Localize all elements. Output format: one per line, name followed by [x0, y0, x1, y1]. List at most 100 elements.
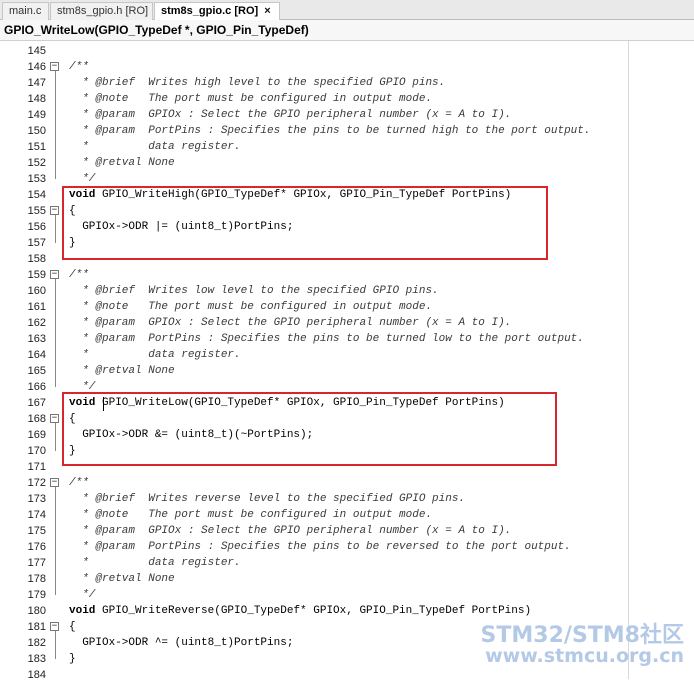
- code-line[interactable]: 150 * @param PortPins : Specifies the pi…: [0, 123, 694, 139]
- code-line[interactable]: 149 * @param GPIOx : Select the GPIO per…: [0, 107, 694, 123]
- tab-stm8s-gpio-c[interactable]: stm8s_gpio.c [RO] ×: [154, 2, 280, 21]
- line-number: 172: [27, 477, 46, 489]
- tab-label: stm8s_gpio.c [RO]: [161, 5, 259, 17]
- fold-toggle-icon[interactable]: −: [50, 206, 59, 215]
- code-text: * @param PortPins : Specifies the pins t…: [69, 539, 571, 555]
- function-navigation-bar[interactable]: GPIO_WriteLow(GPIO_TypeDef *, GPIO_Pin_T…: [0, 20, 694, 41]
- line-number: 163: [27, 333, 46, 345]
- code-line[interactable]: 164 * data register.: [0, 347, 694, 363]
- code-line[interactable]: 165 * @retval None: [0, 363, 694, 379]
- line-number: 150: [27, 125, 46, 137]
- code-text: * data register.: [69, 347, 241, 363]
- code-line[interactable]: 179 */: [0, 587, 694, 603]
- line-number: 164: [27, 349, 46, 361]
- code-line[interactable]: 173 * @brief Writes reverse level to the…: [0, 491, 694, 507]
- code-line[interactable]: 178 * @retval None: [0, 571, 694, 587]
- code-line[interactable]: 177 * data register.: [0, 555, 694, 571]
- line-number: 174: [27, 509, 46, 521]
- code-content: * @param GPIOx : Select the GPIO periphe…: [69, 525, 512, 537]
- code-text: * @param GPIOx : Select the GPIO periphe…: [69, 523, 511, 539]
- line-number: 184: [27, 669, 46, 681]
- line-number: 153: [27, 173, 46, 185]
- line-number: 179: [27, 589, 46, 601]
- code-text: * @brief Writes low level to the specifi…: [69, 283, 438, 299]
- code-content: {: [69, 621, 76, 633]
- tab-main-c[interactable]: main.c: [2, 2, 49, 20]
- code-text: * data register.: [69, 139, 240, 155]
- line-number: 148: [27, 93, 46, 105]
- line-number: 160: [27, 285, 46, 297]
- line-number: 168: [27, 413, 46, 425]
- code-content: * @param PortPins : Specifies the pins t…: [69, 125, 591, 137]
- code-line[interactable]: 146− /**: [0, 59, 694, 75]
- code-content: */: [69, 173, 96, 185]
- line-number: 154: [27, 189, 46, 201]
- code-line[interactable]: 153 */: [0, 171, 694, 187]
- code-line[interactable]: 145: [0, 43, 694, 59]
- line-number: 167: [27, 397, 46, 409]
- code-text: * @param PortPins : Specifies the pins t…: [69, 331, 584, 347]
- fold-toggle-icon[interactable]: −: [50, 62, 59, 71]
- code-content: GPIOx->ODR ^= (uint8_t)PortPins;: [69, 637, 294, 649]
- line-number: 183: [27, 653, 46, 665]
- code-line[interactable]: 174 * @note The port must be configured …: [0, 507, 694, 523]
- code-line[interactable]: 148 * @note The port must be configured …: [0, 91, 694, 107]
- code-content: * @brief Writes high level to the specif…: [69, 77, 446, 89]
- code-line[interactable]: 161 * @note The port must be configured …: [0, 299, 694, 315]
- code-line[interactable]: 163 * @param PortPins : Specifies the pi…: [0, 331, 694, 347]
- watermark-url: www.stmcu.org.cn: [485, 645, 684, 667]
- line-number: 157: [27, 237, 46, 249]
- fold-toggle-icon[interactable]: −: [50, 414, 59, 423]
- code-text: }: [69, 651, 76, 667]
- fold-guide-line: [55, 487, 56, 595]
- line-number: 171: [27, 461, 46, 473]
- line-number: 156: [27, 221, 46, 233]
- code-line[interactable]: 172− /**: [0, 475, 694, 491]
- code-text: * @retval None: [69, 571, 175, 587]
- code-editor[interactable]: 145 146−/** 147 * @brief Writes high level…: [0, 41, 694, 681]
- code-text: /**: [69, 59, 89, 75]
- code-line[interactable]: 152 * @retval None: [0, 155, 694, 171]
- code-line[interactable]: 176 * @param PortPins : Specifies the pi…: [0, 539, 694, 555]
- line-number: 182: [27, 637, 46, 649]
- close-tab-icon[interactable]: ×: [264, 5, 270, 17]
- line-number: 177: [27, 557, 46, 569]
- tab-label: stm8s_gpio.h [RO]: [57, 5, 149, 17]
- code-line[interactable]: 175 * @param GPIOx : Select the GPIO per…: [0, 523, 694, 539]
- code-content: * @retval None: [69, 365, 175, 377]
- code-line[interactable]: 151 * data register.: [0, 139, 694, 155]
- code-line[interactable]: 162 * @param GPIOx : Select the GPIO per…: [0, 315, 694, 331]
- code-line[interactable]: 184: [0, 667, 694, 683]
- code-content: * @param PortPins : Specifies the pins t…: [69, 333, 584, 345]
- current-function: GPIO_WriteLow(GPIO_TypeDef *, GPIO_Pin_T…: [4, 23, 309, 37]
- code-content: * @param PortPins : Specifies the pins t…: [69, 541, 571, 553]
- code-content: /**: [69, 269, 89, 281]
- code-text: * data register.: [69, 555, 240, 571]
- code-text: void GPIO_WriteReverse(GPIO_TypeDef* GPI…: [69, 603, 531, 619]
- code-content: * @param GPIOx : Select the GPIO periphe…: [69, 109, 512, 121]
- code-text: /**: [69, 267, 89, 283]
- code-line[interactable]: 147 * @brief Writes high level to the sp…: [0, 75, 694, 91]
- code-text: * @note The port must be configured in o…: [69, 507, 432, 523]
- line-number: 169: [27, 429, 46, 441]
- code-content: * data register.: [69, 349, 241, 361]
- code-line[interactable]: 160 * @brief Writes low level to the spe…: [0, 283, 694, 299]
- code-content: * @brief Writes reverse level to the spe…: [69, 493, 466, 505]
- line-number: 155: [27, 205, 46, 217]
- line-number: 145: [27, 45, 46, 57]
- fold-guide-line: [55, 279, 56, 387]
- code-content: * @note The port must be configured in o…: [69, 301, 433, 313]
- tab-bar: main.c stm8s_gpio.h [RO] stm8s_gpio.c [R…: [0, 0, 694, 21]
- line-number: 175: [27, 525, 46, 537]
- fold-guide-line: [55, 423, 56, 451]
- tab-stm8s-gpio-h[interactable]: stm8s_gpio.h [RO]: [50, 2, 153, 20]
- code-content: /**: [69, 61, 89, 73]
- fold-toggle-icon[interactable]: −: [50, 478, 59, 487]
- line-number: 159: [27, 269, 46, 281]
- code-text: * @param GPIOx : Select the GPIO periphe…: [69, 107, 511, 123]
- code-text: * @retval None: [69, 155, 174, 171]
- fold-toggle-icon[interactable]: −: [50, 622, 59, 631]
- code-content: * @retval None: [69, 573, 175, 585]
- fold-toggle-icon[interactable]: −: [50, 270, 59, 279]
- code-line[interactable]: 159− /**: [0, 267, 694, 283]
